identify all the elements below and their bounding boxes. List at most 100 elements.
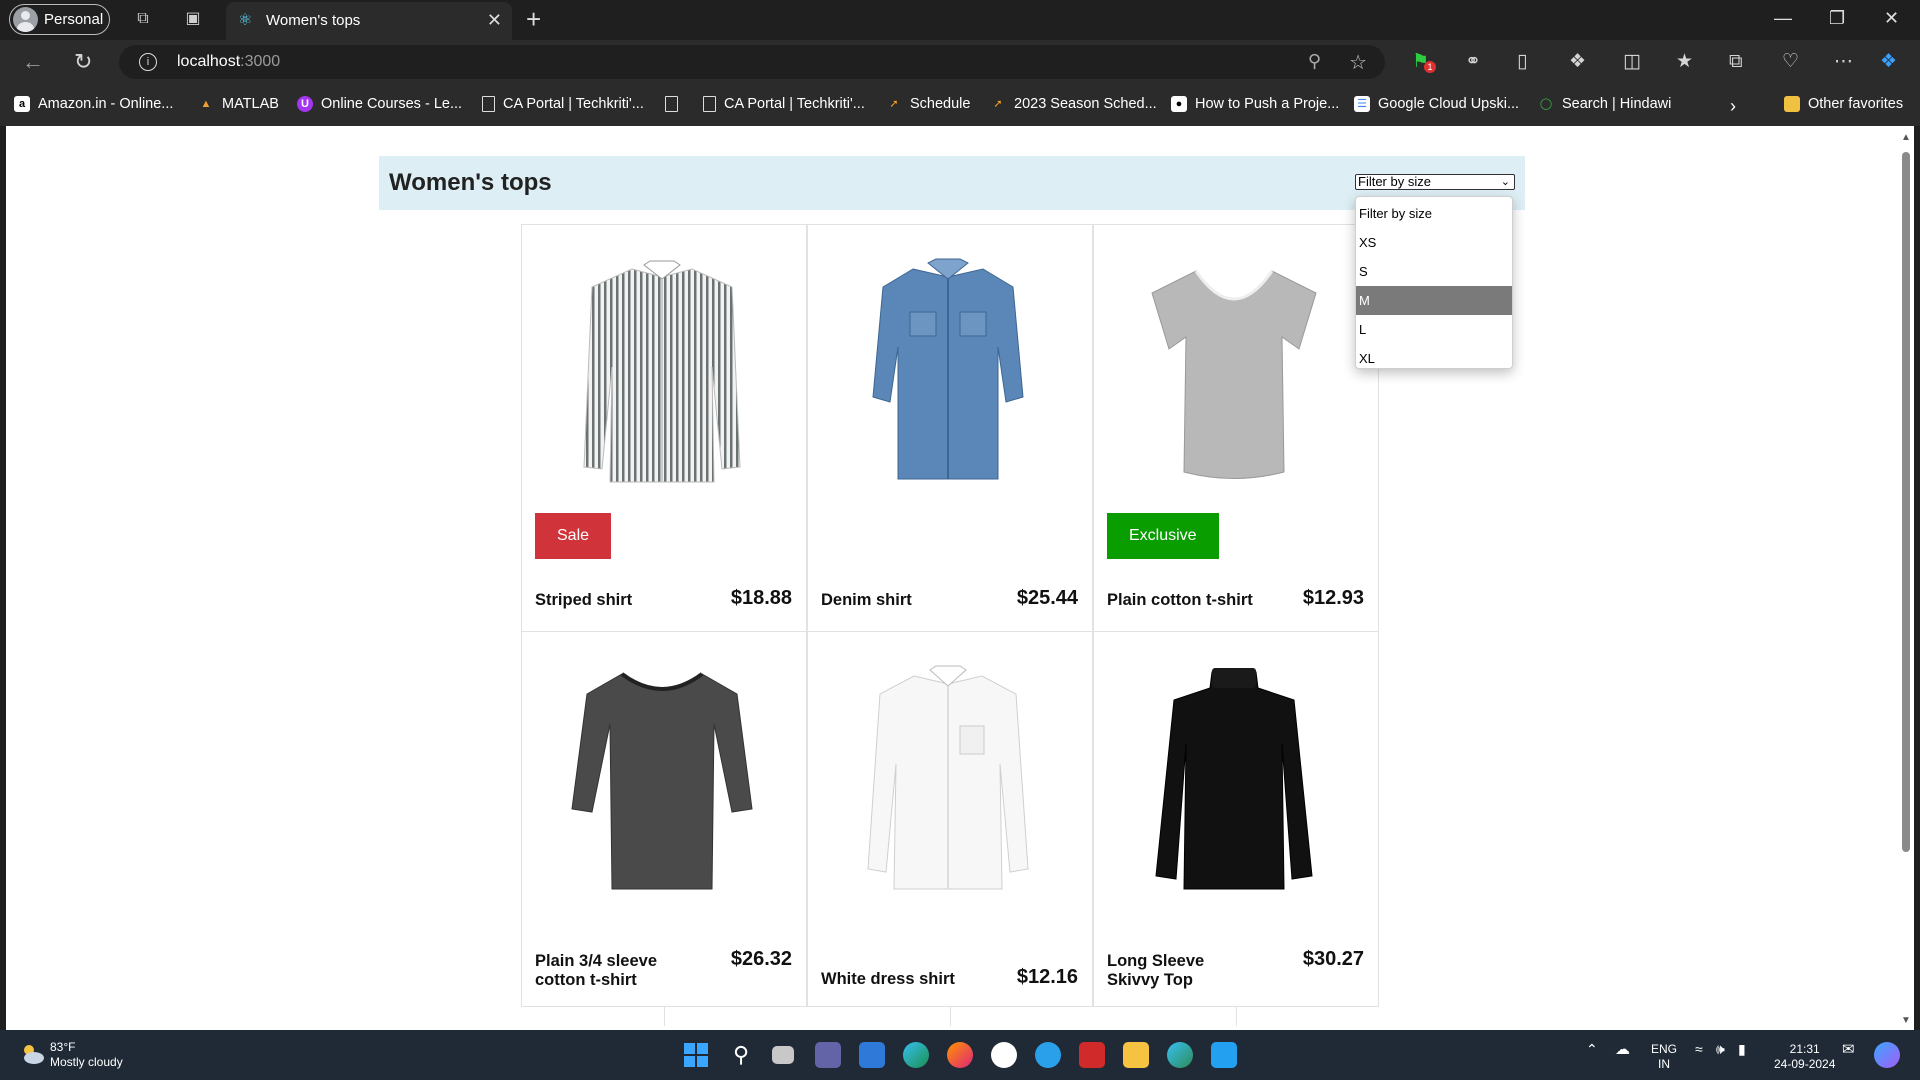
- store-icon[interactable]: [859, 1042, 885, 1068]
- clock[interactable]: 21:31 24-09-2024: [1774, 1042, 1835, 1072]
- back-icon[interactable]: ←: [22, 51, 44, 73]
- profile-label: Personal: [44, 11, 104, 28]
- dark-grey-3-4-sleeve-image: [571, 672, 753, 890]
- copilot-icon[interactable]: ❖: [1880, 51, 1897, 73]
- favorite-star-icon[interactable]: ☆: [1349, 50, 1367, 75]
- product-price: $12.16: [1016, 966, 1078, 988]
- favorites-icon[interactable]: ★: [1676, 51, 1693, 73]
- bookmark-other-favorites[interactable]: Other favorites: [1784, 96, 1903, 112]
- product-card[interactable]: Long Sleeve Skivvy Top $30.27: [1093, 631, 1379, 1007]
- workspaces-icon[interactable]: ⧉: [134, 10, 152, 28]
- app-icon[interactable]: [991, 1042, 1017, 1068]
- system-tray-chevron-icon[interactable]: ⌃: [1586, 1042, 1598, 1057]
- system-app-icon[interactable]: [1035, 1042, 1061, 1068]
- url-text[interactable]: localhost:3000: [177, 53, 280, 71]
- close-tab-icon[interactable]: ✕: [487, 10, 502, 31]
- bookmark-hindawi[interactable]: ◯ Search | Hindawi: [1538, 96, 1672, 112]
- product-card[interactable]: Plain 3/4 sleeve cotton t-shirt $26.32: [521, 631, 807, 1007]
- edge-dev-icon[interactable]: [1167, 1042, 1193, 1068]
- size-filter-dropdown: Filter by size XS S M L XL: [1355, 196, 1513, 369]
- phone-icon[interactable]: ▯: [1517, 51, 1527, 73]
- product-price: $26.32: [730, 948, 792, 970]
- product-card[interactable]: Exclusive Plain cotton t-shirt $12.93: [1093, 224, 1379, 632]
- minimize-icon[interactable]: —: [1774, 8, 1792, 29]
- product-card[interactable]: White dress shirt $12.16: [807, 631, 1093, 1007]
- bookmarks-bar: a Amazon.in - Online... ▲ MATLAB U Online C…: [0, 86, 1920, 126]
- matlab-icon: ▲: [200, 98, 212, 110]
- extensions-puzzle-icon[interactable]: ❖: [1569, 51, 1586, 73]
- product-name: Long Sleeve Skivvy Top: [1107, 952, 1205, 989]
- restore-icon[interactable]: ❐: [1829, 8, 1845, 29]
- more-menu-icon[interactable]: ⋯: [1834, 51, 1853, 73]
- address-bar[interactable]: i localhost:3000 ⚲ ☆: [119, 45, 1385, 79]
- size-option[interactable]: L: [1356, 315, 1512, 344]
- site-info-icon[interactable]: i: [139, 53, 157, 71]
- page-icon: [482, 96, 495, 112]
- onedrive-icon[interactable]: ☁: [1615, 1042, 1630, 1057]
- product-name: Plain 3/4 sleeve cotton t-shirt: [535, 952, 658, 989]
- size-option[interactable]: XL: [1356, 344, 1512, 373]
- bookmark-ca-portal-1[interactable]: CA Portal | Techkriti'...: [482, 96, 644, 112]
- battery-icon[interactable]: ▮: [1738, 1042, 1746, 1057]
- teams-icon[interactable]: [815, 1042, 841, 1068]
- edge-icon[interactable]: [903, 1042, 929, 1068]
- refresh-icon[interactable]: ↻: [74, 51, 92, 73]
- wifi-icon[interactable]: ≈: [1695, 1042, 1703, 1057]
- size-option[interactable]: S: [1356, 257, 1512, 286]
- firefox-icon[interactable]: [947, 1042, 973, 1068]
- product-price: $30.27: [1302, 948, 1364, 970]
- bookmark-udemy[interactable]: U Online Courses - Le...: [297, 96, 462, 112]
- profile-button[interactable]: Personal: [9, 4, 110, 35]
- zoom-icon[interactable]: ⚲: [1308, 51, 1321, 72]
- tab-actions-icon[interactable]: ▣: [184, 10, 202, 28]
- product-card[interactable]: Denim shirt $25.44: [807, 224, 1093, 632]
- size-option-highlighted[interactable]: M: [1356, 286, 1512, 315]
- file-explorer-icon[interactable]: [1123, 1042, 1149, 1068]
- scrollbar-thumb[interactable]: [1902, 152, 1910, 852]
- bookmark-google-cloud[interactable]: ☰ Google Cloud Upski...: [1354, 96, 1519, 112]
- google-cloud-icon: ☰: [1354, 96, 1370, 112]
- bookmark-amazon[interactable]: a Amazon.in - Online...: [14, 96, 173, 112]
- extension-icon[interactable]: ⚑ 1: [1412, 51, 1436, 73]
- scroll-down-icon[interactable]: ▼: [1901, 1015, 1911, 1026]
- tab-womens-tops[interactable]: ⚛ Women's tops ✕: [226, 2, 512, 40]
- copilot-taskbar-icon[interactable]: [1874, 1042, 1900, 1068]
- product-name: Denim shirt: [821, 591, 912, 609]
- bookmark-medium[interactable]: ● How to Push a Proje...: [1171, 96, 1339, 112]
- size-filter-select[interactable]: Filter by size ⌄: [1355, 174, 1515, 190]
- bookmark-ca-portal-2[interactable]: CA Portal | Techkriti'...: [703, 96, 865, 112]
- collections-icon[interactable]: ⧉: [1729, 51, 1743, 73]
- product-card[interactable]: Sale Striped shirt $18.88: [521, 224, 807, 632]
- size-option[interactable]: XS: [1356, 228, 1512, 257]
- mcafee-icon[interactable]: [1079, 1042, 1105, 1068]
- grey-tshirt-image: [1151, 270, 1317, 479]
- bookmark-matlab[interactable]: ▲ MATLAB: [198, 96, 279, 112]
- vscode-icon[interactable]: [1211, 1042, 1237, 1068]
- bookmark-schedule[interactable]: ➚ Schedule: [886, 96, 970, 112]
- hindawi-icon: ◯: [1539, 98, 1553, 110]
- notification-bell-icon[interactable]: ✉: [1842, 1042, 1855, 1057]
- scroll-up-icon[interactable]: ▲: [1901, 132, 1911, 143]
- volume-icon[interactable]: 🕪: [1716, 1042, 1725, 1057]
- search-icon[interactable]: ⚲: [728, 1042, 754, 1068]
- amazon-icon: a: [14, 96, 30, 112]
- extension-2-icon[interactable]: ⚭: [1465, 51, 1481, 73]
- tab-title: Women's tops: [266, 12, 361, 29]
- split-screen-icon[interactable]: ◫: [1623, 51, 1641, 73]
- page-viewport: Women's tops Filter by size ⌄ Sale Strip…: [6, 126, 1898, 1030]
- bookmark-season-schedule[interactable]: ➚ 2023 Season Sched...: [990, 96, 1156, 112]
- windows-start-icon[interactable]: [683, 1042, 709, 1068]
- medium-icon: ●: [1171, 96, 1187, 112]
- product-name: White dress shirt: [821, 970, 955, 988]
- language-indicator[interactable]: ENG IN: [1651, 1042, 1677, 1072]
- bookmark-page[interactable]: [665, 96, 686, 112]
- window-close-icon[interactable]: ✕: [1884, 8, 1899, 29]
- bookmarks-overflow-chevron-icon[interactable]: ›: [1730, 96, 1736, 117]
- folder-icon: [1784, 96, 1800, 112]
- size-option[interactable]: Filter by size: [1356, 199, 1512, 228]
- task-view-icon[interactable]: [772, 1046, 794, 1064]
- browser-essentials-icon[interactable]: ♡: [1782, 51, 1799, 73]
- schedule-icon: ➚: [993, 98, 1003, 110]
- page-scrollbar[interactable]: ▲ ▼: [1898, 126, 1914, 1030]
- new-tab-button[interactable]: +: [526, 6, 541, 32]
